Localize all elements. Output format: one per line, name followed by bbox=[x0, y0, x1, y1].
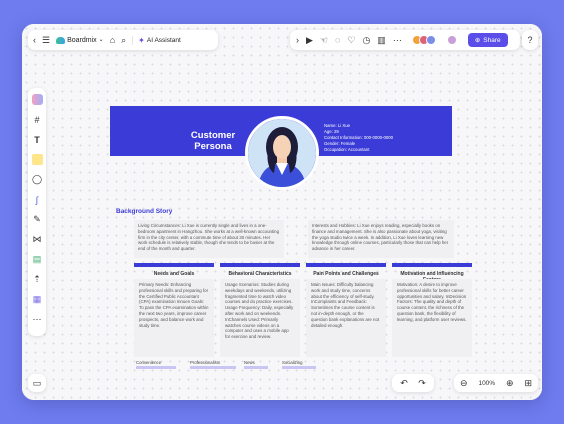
document-icon[interactable]: ▦ bbox=[32, 294, 43, 305]
undo-icon[interactable]: ↶ bbox=[400, 378, 408, 388]
ai-assistant-button[interactable]: ✦ AI Assistant bbox=[132, 35, 181, 45]
board-name: Boardmix bbox=[67, 36, 97, 44]
connector-icon[interactable]: ∫ bbox=[32, 194, 43, 205]
fit-screen-icon[interactable]: ⊞ bbox=[524, 378, 532, 388]
customer-persona-board[interactable]: Customer Persona Name: Li Xue Age: 29 Co… bbox=[110, 106, 472, 369]
history-controls: ↶ ↷ bbox=[392, 374, 434, 392]
pain-points-heading: Pain Points and Challenges bbox=[313, 271, 379, 277]
persona-title-line2: Persona bbox=[194, 141, 232, 152]
collapse-icon[interactable]: › bbox=[296, 35, 299, 45]
tag-professionalism: Professionalism bbox=[190, 360, 221, 365]
current-user-avatar[interactable] bbox=[446, 35, 457, 45]
templates-icon[interactable] bbox=[31, 94, 43, 105]
timer-icon[interactable]: ◷ bbox=[362, 35, 370, 45]
play-icon[interactable]: ▶ bbox=[306, 35, 313, 45]
column-bar bbox=[306, 263, 386, 267]
redo-icon[interactable]: ↷ bbox=[418, 378, 426, 388]
behavior-text: Usage Scenarios: Studies during weekdays… bbox=[220, 279, 300, 357]
background-story-heading: Background Story bbox=[116, 208, 173, 215]
board-title[interactable]: Boardmix ⌄ bbox=[56, 36, 104, 44]
cloud-icon bbox=[56, 36, 66, 44]
persona-title: Customer Persona bbox=[184, 130, 242, 152]
back-icon[interactable]: ‹ bbox=[33, 35, 36, 45]
help-icon: ? bbox=[527, 34, 533, 45]
top-left-toolbar: ‹ ☰ Boardmix ⌄ ⌂ ⌕ ✦ AI Assistant bbox=[28, 30, 218, 50]
tag-bar bbox=[244, 366, 268, 369]
frame-icon[interactable]: # bbox=[32, 114, 43, 125]
persona-portrait bbox=[245, 116, 319, 190]
share-label: Share bbox=[483, 36, 501, 44]
tag-bar bbox=[282, 366, 316, 369]
sticky-note-icon[interactable] bbox=[31, 154, 43, 165]
column-bar bbox=[134, 263, 214, 267]
app-window: ‹ ☰ Boardmix ⌄ ⌂ ⌕ ✦ AI Assistant › ▶ ☜ … bbox=[22, 24, 542, 400]
motivation-text: Motivation: A desire to improve professi… bbox=[392, 279, 472, 357]
tag-news: News bbox=[244, 360, 255, 365]
pointer-icon[interactable]: ☜ bbox=[320, 35, 328, 45]
add-user-icon: ⊕ bbox=[474, 37, 481, 44]
tag-bar bbox=[190, 366, 236, 369]
top-right-toolbar: › ▶ ☜ ◌ ♡ ◷ ▥ ⋯ ⊕ Share bbox=[290, 30, 520, 50]
tag-socializing: Socializing bbox=[282, 360, 303, 365]
left-toolbar: # T ◯ ∫ ✎ ⋈ ▤ ⇡ ▦ ⋯ bbox=[28, 88, 46, 336]
column-bar bbox=[220, 263, 300, 267]
pain-points-text: Main Issues: Difficulty balancing work a… bbox=[306, 279, 386, 357]
behavior-heading: Behavioral Characteristics bbox=[228, 271, 292, 277]
minimap-icon: ▭ bbox=[32, 377, 42, 388]
ai-assistant-label: AI Assistant bbox=[146, 36, 181, 44]
more-icon[interactable]: ⋯ bbox=[393, 35, 402, 45]
background-living: Living Circumstances: Li Xue is currentl… bbox=[134, 220, 284, 258]
share-button[interactable]: ⊕ Share bbox=[467, 33, 508, 47]
shape-icon[interactable]: ◯ bbox=[32, 174, 43, 185]
minimap-button[interactable]: ▭ bbox=[28, 374, 46, 392]
avatar bbox=[425, 35, 436, 45]
zoom-level[interactable]: 100% bbox=[478, 380, 495, 387]
persona-info: Name: Li Xue Age: 29 Contact Information… bbox=[324, 123, 393, 153]
persona-title-line1: Customer bbox=[190, 130, 236, 141]
column-bar bbox=[392, 263, 472, 267]
zoom-controls: ⊖ 100% ⊕ ⊞ bbox=[454, 374, 538, 392]
text-icon[interactable]: T bbox=[32, 134, 43, 145]
chart-icon[interactable]: ▥ bbox=[377, 35, 386, 45]
more-tools-icon[interactable]: ⋯ bbox=[32, 314, 43, 325]
mindmap-icon[interactable]: ⋈ bbox=[32, 234, 43, 245]
portrait-illustration bbox=[248, 119, 316, 187]
tag-convenience: Convenience bbox=[136, 360, 162, 365]
chevron-down-icon: ⌄ bbox=[98, 37, 104, 43]
needs-goals-text: Primary Needs: Enhancing professional sk… bbox=[134, 279, 214, 357]
table-icon[interactable]: ▤ bbox=[32, 254, 43, 265]
upload-icon[interactable]: ⇡ bbox=[32, 274, 43, 285]
menu-icon[interactable]: ☰ bbox=[42, 35, 50, 45]
search-icon[interactable]: ⌕ bbox=[121, 35, 126, 45]
ai-spark-icon: ✦ bbox=[138, 35, 145, 45]
background-interests: Interests and Hobbies: Li Xue enjoys rea… bbox=[308, 220, 454, 258]
zoom-out-icon[interactable]: ⊖ bbox=[460, 378, 468, 388]
zoom-in-icon[interactable]: ⊕ bbox=[506, 378, 514, 388]
tag-bar bbox=[136, 366, 176, 369]
comment-icon[interactable]: ◌ bbox=[335, 35, 340, 45]
help-button[interactable]: ? bbox=[522, 30, 538, 50]
like-icon[interactable]: ♡ bbox=[347, 35, 355, 45]
tag-icon[interactable]: ⌂ bbox=[110, 35, 115, 45]
persona-occupation: Occupation: Accountant bbox=[324, 147, 370, 152]
pen-icon[interactable]: ✎ bbox=[32, 214, 43, 225]
needs-goals-heading: Needs and Goals bbox=[153, 271, 195, 277]
collaborator-avatars[interactable] bbox=[411, 35, 436, 45]
